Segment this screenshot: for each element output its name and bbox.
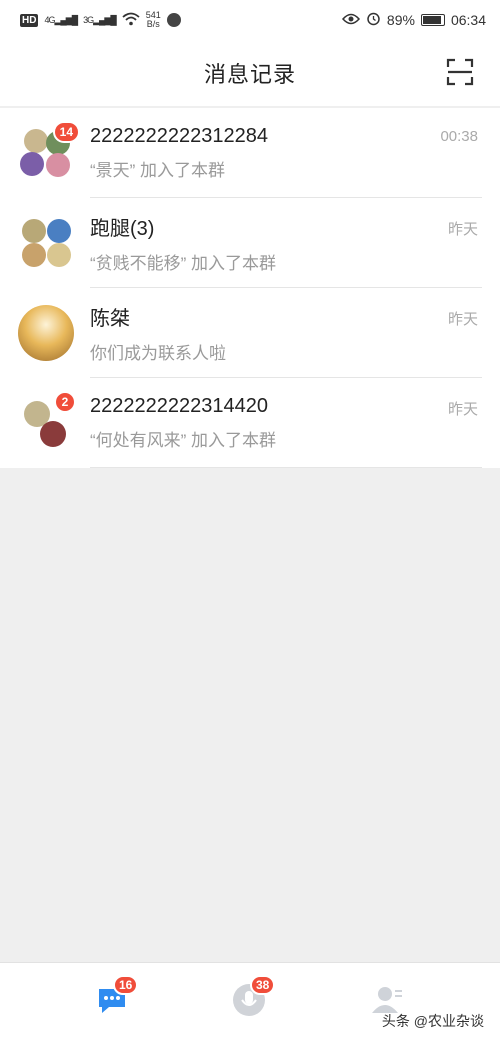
chat-preview: 你们成为联系人啦	[90, 344, 226, 363]
status-bar: HD 4G▂▄▆█ 3G▂▄▆█ 541 B/s 89% 06:34	[0, 0, 500, 40]
chat-preview: “景天” 加入了本群	[90, 161, 226, 180]
chat-name: 2222222222314420	[90, 395, 268, 417]
scan-icon	[446, 58, 474, 86]
watermark-text: 头条 @农业杂谈	[381, 1013, 484, 1029]
list-item[interactable]: 2 2222222222314420 “何处有风来” 加入了本群 昨天	[0, 378, 500, 468]
status-left: HD 4G▂▄▆█ 3G▂▄▆█ 541 B/s	[20, 11, 181, 29]
status-right: 89% 06:34	[341, 11, 486, 29]
battery-icon	[420, 14, 445, 26]
group-avatar: 2	[18, 391, 76, 451]
chat-preview: “贫贱不能移” 加入了本群	[90, 254, 277, 273]
chat-name: 跑腿(3)	[90, 218, 155, 240]
group-avatar	[18, 215, 74, 271]
voice-badge: 38	[250, 975, 276, 995]
app-notification-icon	[166, 13, 181, 27]
network-speed: 541 B/s	[146, 11, 161, 29]
chat-name: 2222222222312284	[90, 125, 268, 147]
group-avatar: 14	[18, 121, 80, 181]
clock: 06:34	[450, 12, 486, 28]
app-header: 消息记录	[0, 40, 500, 106]
network-type-label: 3G	[83, 14, 94, 25]
network-type-label: 4G	[44, 14, 55, 25]
message-list: 14 2222222222312284 “景天” 加入了本群 00:38 跑腿(…	[0, 108, 500, 468]
tab-messages[interactable]: 16	[95, 975, 139, 1017]
bottom-tab-bar: 16 38 头条 @农业杂谈	[0, 962, 500, 1039]
chat-time: 00:38	[440, 128, 478, 145]
chat-name: 陈桀	[90, 308, 130, 330]
hd-indicator: HD	[20, 13, 39, 27]
chat-preview: “何处有风来” 加入了本群	[90, 431, 277, 450]
list-item[interactable]: 跑腿(3) “贫贱不能移” 加入了本群 昨天	[0, 198, 500, 288]
network-speed-unit: B/s	[146, 19, 160, 29]
signal-icon-3g: 3G▂▄▆█	[83, 14, 117, 25]
wifi-icon	[122, 12, 140, 29]
messages-badge: 16	[113, 975, 139, 995]
alarm-icon	[366, 11, 381, 29]
scan-qr-button[interactable]	[446, 58, 474, 86]
eye-icon	[341, 12, 360, 28]
list-item[interactable]: 陈桀 你们成为联系人啦 昨天	[0, 288, 500, 378]
tab-voice[interactable]: 38	[232, 975, 276, 1017]
unread-badge: 14	[52, 121, 80, 143]
list-item[interactable]: 14 2222222222312284 “景天” 加入了本群 00:38	[0, 108, 500, 198]
battery-percent: 89%	[386, 12, 415, 28]
contact-avatar	[18, 305, 74, 361]
chat-time: 昨天	[447, 311, 478, 328]
page-title: 消息记录	[203, 62, 296, 87]
unread-badge: 2	[54, 391, 76, 413]
chat-time: 昨天	[447, 401, 478, 418]
signal-icon-4g: 4G▂▄▆█	[44, 14, 78, 25]
chat-time: 昨天	[447, 221, 478, 238]
